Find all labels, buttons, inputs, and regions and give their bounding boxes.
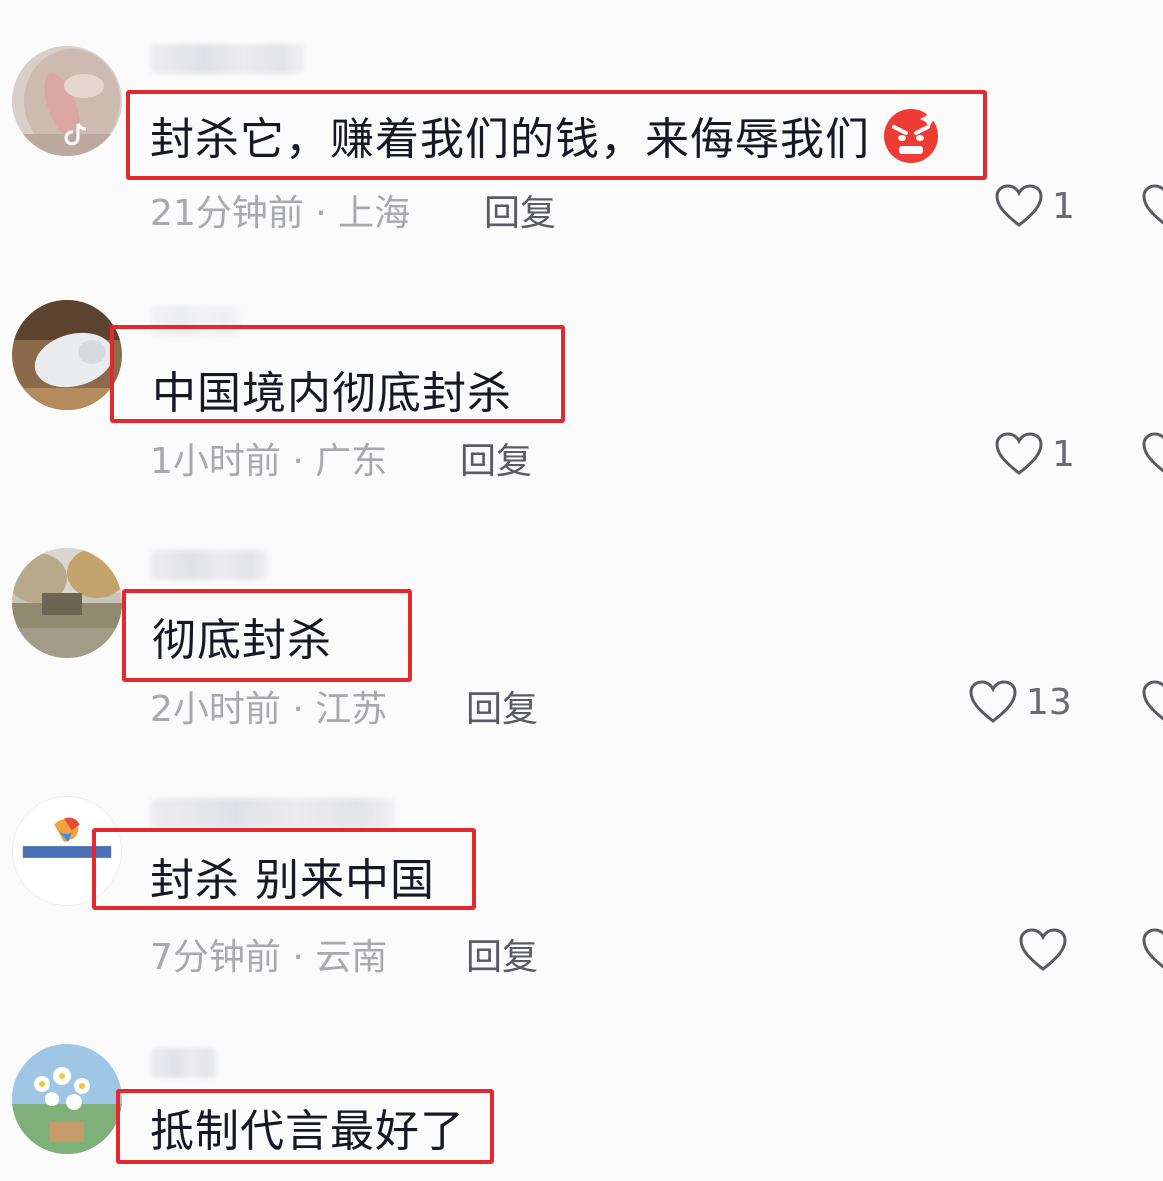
heart-outline-icon	[969, 680, 1017, 723]
comment-highlight-box: 中国境内彻底封杀	[110, 325, 565, 423]
avatar-image	[12, 300, 122, 410]
comment-highlight-box: 抵制代言最好了	[116, 1089, 494, 1164]
username-blurred[interactable]	[150, 550, 268, 580]
comment-highlight-box: 彻底封杀	[122, 589, 412, 682]
reply-button[interactable]: 回复	[466, 680, 538, 732]
comment-highlight-box: 封杀 别来中国	[92, 828, 476, 910]
heart-outline-icon[interactable]	[1141, 927, 1163, 973]
comment-text: 抵制代言最好了	[150, 1105, 465, 1157]
comment-text: 中国境内彻底封杀	[152, 368, 512, 419]
like-button[interactable]: 13	[968, 679, 1072, 725]
reply-button[interactable]: 回复	[484, 184, 556, 236]
avatar[interactable]	[12, 1044, 122, 1154]
username-blurred[interactable]	[150, 798, 395, 828]
comment-meta: 7分钟前 · 云南	[150, 937, 388, 978]
username-blurred[interactable]	[150, 1048, 218, 1078]
comment-meta: 1小时前 · 广东	[150, 441, 388, 482]
avatar[interactable]	[12, 300, 122, 410]
heart-outline-icon	[995, 184, 1043, 227]
avatar[interactable]	[12, 46, 122, 156]
comment-meta: 21分钟前 · 上海	[150, 193, 411, 234]
heart-outline-icon[interactable]	[1141, 679, 1163, 725]
avatar-image	[12, 548, 122, 658]
comment-text: 封杀 别来中国	[150, 855, 435, 906]
avatar-image	[12, 1044, 122, 1154]
heart-outline-icon	[1019, 928, 1067, 971]
like-count: 13	[1026, 681, 1072, 723]
like-count: 1	[1052, 433, 1075, 475]
reply-button[interactable]: 回复	[460, 432, 532, 484]
like-button[interactable]: 1	[994, 183, 1075, 229]
like-button[interactable]	[1018, 927, 1068, 973]
heart-outline-icon	[995, 432, 1043, 475]
angry-face-emoji	[882, 106, 940, 164]
comment-highlight-box: 封杀它，赚着我们的钱，来侮辱我们	[126, 90, 987, 180]
comment-text: 彻底封杀	[152, 614, 332, 666]
like-button[interactable]: 1	[994, 431, 1075, 477]
comment-text: 封杀它，赚着我们的钱，来侮辱我们	[150, 114, 870, 165]
heart-outline-icon[interactable]	[1141, 431, 1163, 477]
avatar[interactable]	[12, 548, 122, 658]
like-count: 1	[1052, 185, 1075, 227]
comment-meta: 2小时前 · 江苏	[150, 689, 388, 730]
heart-outline-icon[interactable]	[1141, 183, 1163, 229]
comment-list: 封杀它，赚着我们的钱，来侮辱我们 21分钟前 · 上海 回复 1 中国境内彻底封…	[0, 0, 1163, 1181]
reply-button[interactable]: 回复	[466, 928, 538, 980]
avatar-image	[12, 46, 122, 156]
username-blurred[interactable]	[150, 44, 305, 74]
